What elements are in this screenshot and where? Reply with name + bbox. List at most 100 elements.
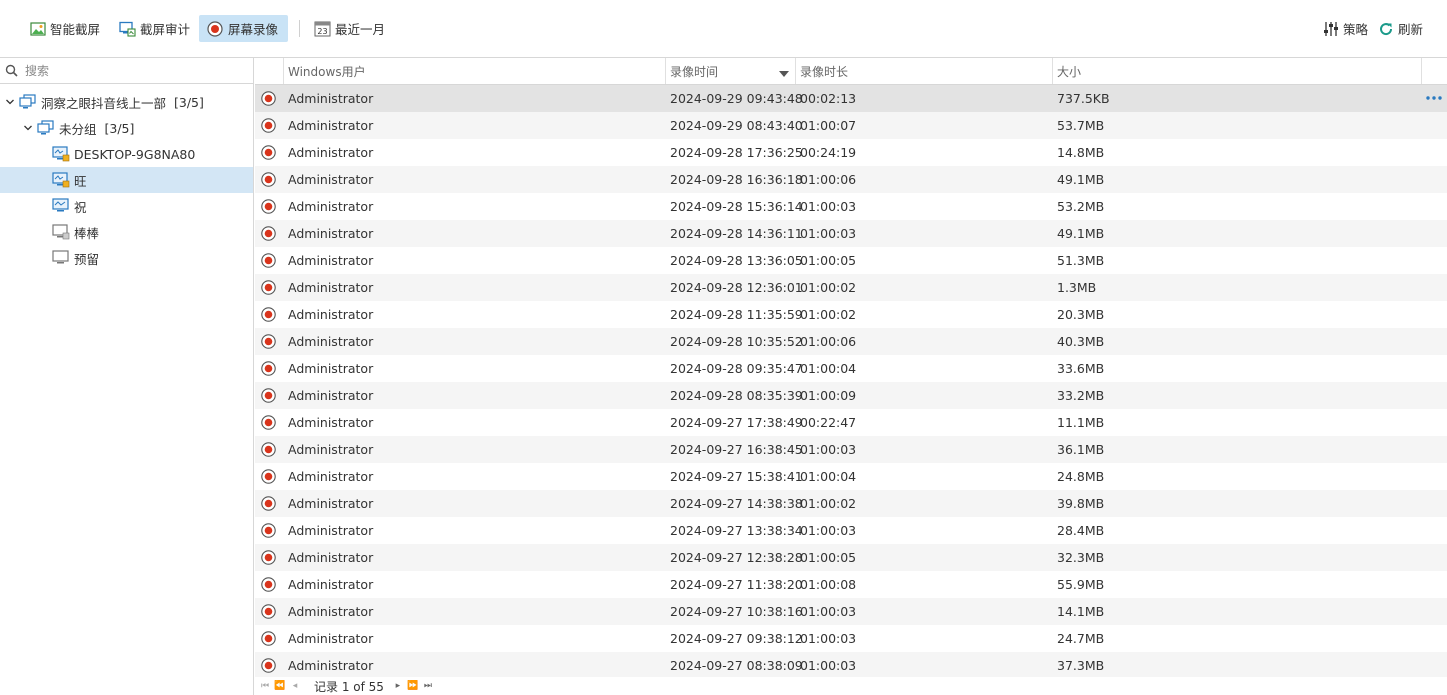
record-icon bbox=[207, 20, 224, 37]
cell-user: Administrator bbox=[288, 253, 374, 268]
table-row[interactable]: Administrator 2024-09-27 17:38:49 00:22:47… bbox=[255, 409, 1447, 436]
left-pane: 洞察之眼抖音线上一部 [3/5] 未分组 [3/5] DESKTOP-9G8NA… bbox=[0, 58, 254, 695]
table-row[interactable]: Administrator 2024-09-27 14:38:38 01:00:02… bbox=[255, 490, 1447, 517]
tree-item-zhu[interactable]: 祝 bbox=[0, 193, 253, 219]
table-row[interactable]: Administrator 2024-09-27 10:38:16 01:00:03… bbox=[255, 598, 1447, 625]
prev-page-icon[interactable]: ◂ bbox=[289, 680, 301, 692]
table-row[interactable]: Administrator 2024-09-28 08:35:39 01:00:09… bbox=[255, 382, 1447, 409]
pager: ⏮ ⏪ ◂ 记录 1 of 55 ▸ ⏩ ⏭ bbox=[255, 677, 1447, 695]
tree-item-group-root[interactable]: 洞察之眼抖音线上一部 [3/5] bbox=[0, 89, 253, 115]
cell-time: 2024-09-28 11:35:59 bbox=[670, 307, 803, 322]
refresh-icon bbox=[1377, 20, 1394, 37]
cell-time: 2024-09-27 09:38:12 bbox=[670, 631, 803, 646]
smart-screenshot-label: 智能截屏 bbox=[50, 22, 101, 37]
table-row[interactable]: Administrator 2024-09-28 14:36:11 01:00:03… bbox=[255, 220, 1447, 247]
table-row[interactable]: Administrator 2024-09-27 16:38:45 01:00:03… bbox=[255, 436, 1447, 463]
chevron-down-icon[interactable] bbox=[21, 121, 35, 135]
smart-screenshot-button[interactable]: 智能截屏 bbox=[21, 15, 110, 42]
search-icon bbox=[5, 64, 19, 78]
cell-size: 49.1MB bbox=[1057, 226, 1105, 241]
calendar-icon: 23 bbox=[314, 20, 331, 37]
sort-descending-icon[interactable] bbox=[779, 67, 789, 81]
prev-fast-icon[interactable]: ⏪ bbox=[274, 680, 286, 692]
tree-item-wang[interactable]: 旺 bbox=[0, 167, 253, 193]
column-header-user[interactable]: Windows用户 bbox=[283, 58, 665, 84]
cell-time: 2024-09-28 09:35:47 bbox=[670, 361, 803, 376]
recording-icon bbox=[261, 388, 276, 403]
cell-size: 33.6MB bbox=[1057, 361, 1105, 376]
date-range-button[interactable]: 23 最近一月 bbox=[306, 15, 395, 42]
cell-user: Administrator bbox=[288, 469, 374, 484]
cell-time: 2024-09-28 12:36:01 bbox=[670, 280, 803, 295]
table-row[interactable]: Administrator 2024-09-28 15:36:14 01:00:03… bbox=[255, 193, 1447, 220]
cell-user: Administrator bbox=[288, 172, 374, 187]
tree-item-label: 预留 bbox=[74, 251, 100, 267]
cell-size: 14.8MB bbox=[1057, 145, 1105, 160]
recording-icon bbox=[261, 550, 276, 565]
table-row[interactable]: Administrator 2024-09-28 13:36:05 01:00:05… bbox=[255, 247, 1447, 274]
refresh-button[interactable]: 刷新 bbox=[1369, 15, 1433, 42]
recording-grid: Windows用户 录像时间 录像时长 大小 Administrator 2024… bbox=[255, 58, 1447, 695]
cell-duration: 01:00:03 bbox=[800, 604, 857, 619]
cell-duration: 01:00:03 bbox=[800, 199, 857, 214]
table-row[interactable]: Administrator 2024-09-28 11:35:59 01:00:02… bbox=[255, 301, 1447, 328]
recording-icon bbox=[261, 523, 276, 538]
table-row[interactable]: Administrator 2024-09-27 15:38:41 01:00:04… bbox=[255, 463, 1447, 490]
cell-time: 2024-09-27 13:38:34 bbox=[670, 523, 803, 538]
table-row[interactable]: Administrator 2024-09-27 11:38:20 01:00:08… bbox=[255, 571, 1447, 598]
cell-user: Administrator bbox=[288, 577, 374, 592]
cell-duration: 00:24:19 bbox=[800, 145, 857, 160]
screenshot-audit-button[interactable]: 截屏审计 bbox=[111, 15, 200, 42]
cell-user: Administrator bbox=[288, 415, 374, 430]
tree-item-label: 祝 bbox=[74, 199, 87, 215]
chevron-down-icon[interactable] bbox=[3, 95, 17, 109]
last-page-icon[interactable]: ⏭ bbox=[422, 680, 434, 692]
first-page-icon[interactable]: ⏮ bbox=[259, 680, 271, 692]
tree-item-desktop[interactable]: DESKTOP-9G8NA80 bbox=[0, 141, 253, 167]
cell-duration: 01:00:04 bbox=[800, 361, 857, 376]
cell-duration: 01:00:03 bbox=[800, 442, 857, 457]
cell-user: Administrator bbox=[288, 199, 374, 214]
cell-duration: 00:02:13 bbox=[800, 91, 857, 106]
table-row[interactable]: Administrator 2024-09-28 17:36:25 00:24:19… bbox=[255, 139, 1447, 166]
computer-online-icon bbox=[52, 198, 70, 214]
tree-item-bangbang[interactable]: 棒棒 bbox=[0, 219, 253, 245]
screen-recording-button[interactable]: 屏幕录像 bbox=[199, 15, 288, 42]
table-row[interactable]: Administrator 2024-09-28 16:36:18 01:00:06… bbox=[255, 166, 1447, 193]
table-row[interactable]: Administrator 2024-09-27 09:38:12 01:00:03… bbox=[255, 625, 1447, 652]
recording-icon bbox=[261, 172, 276, 187]
table-row[interactable]: Administrator 2024-09-27 13:38:34 01:00:03… bbox=[255, 517, 1447, 544]
tree-item-reserved[interactable]: 预留 bbox=[0, 245, 253, 271]
tree-item-ungrouped[interactable]: 未分组 [3/5] bbox=[0, 115, 253, 141]
column-header-duration[interactable]: 录像时长 bbox=[795, 58, 1052, 84]
cell-user: Administrator bbox=[288, 496, 374, 511]
table-row[interactable]: Administrator 2024-09-27 12:38:28 01:00:05… bbox=[255, 544, 1447, 571]
table-row[interactable]: Administrator 2024-09-28 10:35:52 01:00:06… bbox=[255, 328, 1447, 355]
toolbar: 智能截屏 截屏审计 屏幕录像 23 最近一月 策略 刷新 bbox=[0, 0, 1447, 58]
cell-user: Administrator bbox=[288, 658, 374, 673]
tree-item-label: 洞察之眼抖音线上一部 bbox=[41, 95, 167, 111]
table-row[interactable]: Administrator 2024-09-29 09:43:48 00:02:13… bbox=[255, 85, 1447, 112]
cell-duration: 01:00:09 bbox=[800, 388, 857, 403]
table-row[interactable]: Administrator 2024-09-27 08:38:09 01:00:03… bbox=[255, 652, 1447, 677]
cell-duration: 01:00:08 bbox=[800, 577, 857, 592]
column-header-size[interactable]: 大小 bbox=[1052, 58, 1421, 84]
tree-item-count: [3/5] bbox=[174, 94, 204, 110]
cell-user: Administrator bbox=[288, 91, 374, 106]
table-row[interactable]: Administrator 2024-09-28 09:35:47 01:00:04… bbox=[255, 355, 1447, 382]
cell-time: 2024-09-27 14:38:38 bbox=[670, 496, 803, 511]
search-input[interactable] bbox=[25, 63, 225, 78]
cell-size: 53.2MB bbox=[1057, 199, 1105, 214]
next-fast-icon[interactable]: ⏩ bbox=[407, 680, 419, 692]
cell-user: Administrator bbox=[288, 280, 374, 295]
next-page-icon[interactable]: ▸ bbox=[392, 680, 404, 692]
table-row[interactable]: Administrator 2024-09-29 08:43:40 01:00:07… bbox=[255, 112, 1447, 139]
column-header-time[interactable]: 录像时间 bbox=[665, 58, 795, 84]
cell-time: 2024-09-27 17:38:49 bbox=[670, 415, 803, 430]
recording-icon bbox=[261, 91, 276, 106]
cell-user: Administrator bbox=[288, 226, 374, 241]
table-row[interactable]: Administrator 2024-09-28 12:36:01 01:00:02… bbox=[255, 274, 1447, 301]
cell-time: 2024-09-27 12:38:28 bbox=[670, 550, 803, 565]
more-options-icon[interactable] bbox=[1425, 90, 1443, 106]
pager-info: 记录 1 of 55 bbox=[314, 679, 384, 694]
